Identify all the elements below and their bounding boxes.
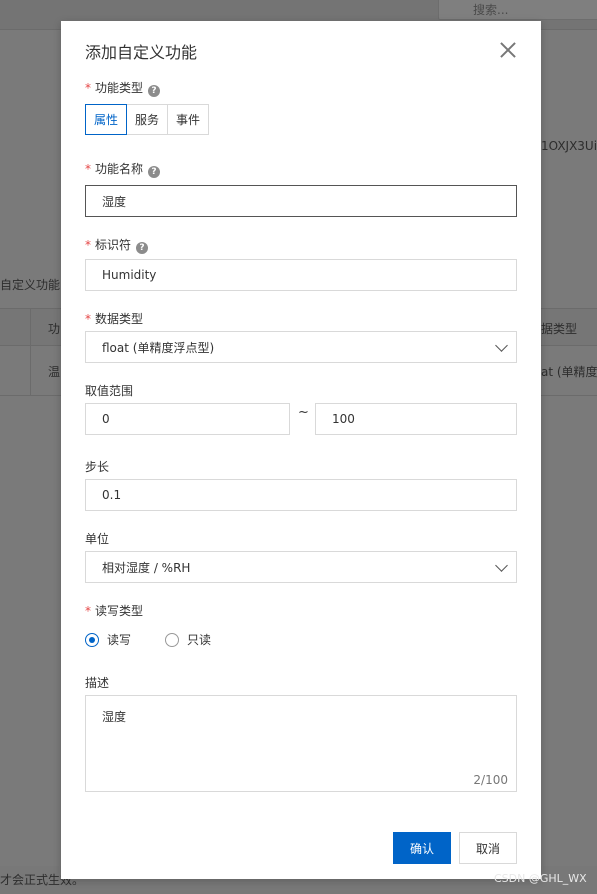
description-textarea[interactable]: 湿度 2/100 bbox=[85, 695, 517, 792]
background-table-head-col1: 功 bbox=[48, 322, 61, 336]
rw-read-only-label: 只读 bbox=[187, 633, 212, 647]
rw-read-write-label: 读写 bbox=[107, 633, 132, 647]
rw-read-only-radio[interactable]: 只读 bbox=[165, 631, 211, 648]
required-marker: * bbox=[85, 312, 91, 326]
rw-type-label: 读写类型 bbox=[95, 604, 144, 618]
radio-checked-icon bbox=[85, 632, 99, 647]
range-separator: ~ bbox=[298, 405, 309, 420]
radio-unchecked-icon bbox=[165, 632, 179, 647]
cancel-button[interactable]: 取消 bbox=[459, 832, 517, 864]
chevron-down-icon bbox=[495, 559, 508, 572]
range-min-value: 0 bbox=[102, 412, 110, 426]
description-value: 湿度 bbox=[102, 710, 127, 724]
help-icon[interactable]: ? bbox=[148, 85, 161, 97]
range-min-input[interactable]: 0 bbox=[85, 403, 290, 435]
dialog-title: 添加自定义功能 bbox=[85, 43, 198, 62]
data-type-label: 数据类型 bbox=[95, 312, 144, 326]
function-name-input[interactable]: 湿度 bbox=[85, 185, 517, 217]
background-table-head-col2: 据类型 bbox=[541, 322, 578, 336]
watermark: CSDN @GHL_WX bbox=[494, 872, 587, 885]
rw-read-write-radio[interactable]: 读写 bbox=[85, 631, 131, 648]
description-label: 描述 bbox=[85, 676, 110, 690]
step-value: 0.1 bbox=[102, 488, 122, 502]
add-custom-function-dialog: 添加自定义功能 * 功能类型? 属性 服务 事件 * 功能名称? 湿度 * 标识符? … bbox=[61, 21, 541, 879]
chevron-down-icon bbox=[495, 339, 508, 352]
background-section-label: 自定义功能 bbox=[0, 278, 61, 292]
function-type-service-tab[interactable]: 服务 bbox=[126, 104, 169, 135]
value-range-label: 取值范围 bbox=[85, 384, 134, 398]
function-type-label: 功能类型 bbox=[95, 81, 144, 95]
function-name-value: 湿度 bbox=[102, 194, 127, 209]
confirm-button[interactable]: 确认 bbox=[393, 832, 451, 864]
help-icon[interactable]: ? bbox=[136, 242, 149, 254]
identifier-input[interactable]: Humidity bbox=[85, 259, 517, 291]
close-icon[interactable] bbox=[498, 40, 518, 60]
help-icon[interactable]: ? bbox=[148, 166, 161, 178]
data-type-value: float (单精度浮点型) bbox=[102, 340, 215, 355]
background-column-divider bbox=[30, 308, 31, 396]
function-type-segmented-control: 属性 服务 事件 bbox=[85, 104, 210, 135]
unit-label: 单位 bbox=[85, 532, 110, 546]
data-type-label-row: * 数据类型 bbox=[85, 310, 143, 327]
background-table-row-col2: at (单精度浮 bbox=[541, 365, 597, 379]
step-input[interactable]: 0.1 bbox=[85, 479, 517, 511]
range-max-value: 100 bbox=[332, 412, 355, 426]
rw-type-label-row: * 读写类型 bbox=[85, 602, 143, 619]
unit-value: 相对湿度 / %RH bbox=[102, 560, 191, 575]
data-type-select[interactable]: float (单精度浮点型) bbox=[85, 331, 517, 363]
function-name-label: 功能名称 bbox=[95, 162, 144, 176]
required-marker: * bbox=[85, 604, 91, 618]
description-char-counter: 2/100 bbox=[473, 773, 508, 787]
range-max-input[interactable]: 100 bbox=[315, 403, 517, 435]
function-type-property-tab[interactable]: 属性 bbox=[85, 104, 128, 135]
function-name-label-row: * 功能名称? bbox=[85, 160, 161, 178]
identifier-label: 标识符 bbox=[95, 238, 132, 252]
required-marker: * bbox=[85, 238, 91, 252]
required-marker: * bbox=[85, 162, 91, 176]
function-type-label-row: * 功能类型? bbox=[85, 79, 161, 97]
required-marker: * bbox=[85, 81, 91, 95]
background-id-fragment: 1OXJX3UiN bbox=[541, 139, 597, 153]
background-table-row-col1: 温 bbox=[48, 365, 61, 379]
identifier-label-row: * 标识符? bbox=[85, 236, 149, 254]
function-type-event-tab[interactable]: 事件 bbox=[167, 104, 210, 135]
unit-select[interactable]: 相对湿度 / %RH bbox=[85, 551, 517, 583]
step-label: 步长 bbox=[85, 460, 110, 474]
identifier-value: Humidity bbox=[102, 268, 157, 282]
background-search-input: 搜索... bbox=[438, 0, 597, 20]
